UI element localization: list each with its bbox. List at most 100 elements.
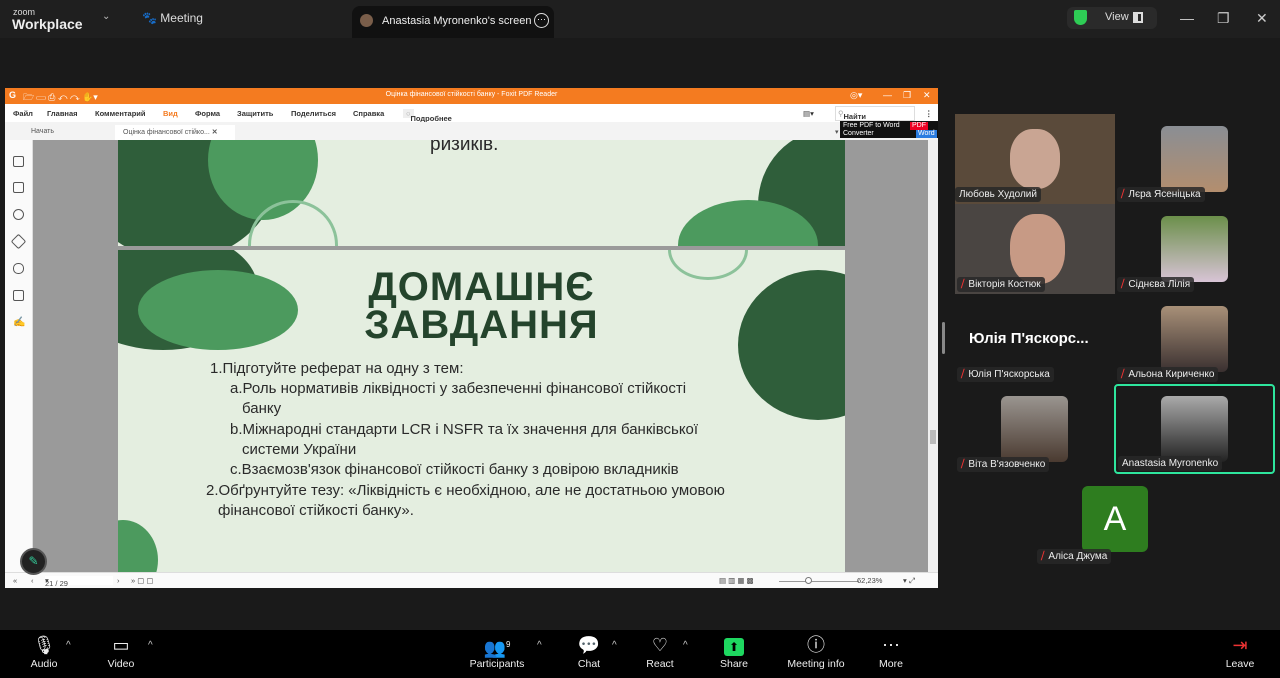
mic-muted-icon: ⧸	[961, 279, 965, 290]
name-label: Anastasia Myronenko	[1122, 458, 1219, 469]
video-feed	[1010, 129, 1060, 189]
search-placeholder: Найти	[843, 112, 866, 121]
layers-icon[interactable]	[10, 233, 27, 250]
meeting-tab[interactable]: 🐾 Meeting	[142, 11, 203, 25]
mic-muted-icon: ⧸	[1121, 279, 1125, 290]
minimize-icon[interactable]: —	[1180, 10, 1194, 26]
participant-tile[interactable]: ⧸ Сіднєва Лілія	[1115, 204, 1275, 294]
slide-line: c.Взаємозв'язок фінансової стійкості бан…	[230, 461, 679, 478]
foxit-pdf-window: G 🗁 ▭ ⎙ ↶ ↷ ✋▾ Оцінка фінансової стійкос…	[5, 88, 938, 588]
panel-resize-handle[interactable]	[942, 322, 945, 354]
menu-home[interactable]: Главная	[47, 109, 78, 118]
tab-start[interactable]: Начать	[23, 125, 62, 140]
restore-icon[interactable]: ❐	[903, 90, 911, 101]
participant-name: ⧸ Юлія П'яскорська	[957, 367, 1054, 382]
participant-name: ⧸ Альона Кириченко	[1117, 367, 1219, 382]
page-layout-icons[interactable]: ▤ ▥ ▦ ▩	[719, 576, 754, 585]
tell-me-field[interactable]: ○ Подробнее	[403, 109, 452, 123]
more-button[interactable]: ⋯ More	[856, 630, 926, 670]
participant-name: Любовь Худолий	[955, 187, 1041, 202]
foxit-title-bar: G 🗁 ▭ ⎙ ↶ ↷ ✋▾ Оцінка фінансової стійкос…	[5, 88, 938, 104]
security-icon[interactable]	[13, 290, 24, 301]
menu-view[interactable]: Вид	[163, 109, 178, 118]
menu-comment[interactable]: Комментарий	[95, 109, 146, 118]
slide-line: банку	[242, 400, 282, 417]
menu-form[interactable]: Форма	[195, 109, 220, 118]
first-page-icon[interactable]: «	[13, 576, 17, 585]
participant-tile[interactable]: ⧸ Альона Кириченко	[1115, 294, 1275, 384]
participant-tile[interactable]: ⧸ Віта В'язовченко	[955, 384, 1115, 474]
navigation-panel: ✍	[5, 140, 33, 572]
annotate-pen-button[interactable]: ✎	[20, 548, 47, 575]
attachment-icon[interactable]	[13, 263, 24, 274]
shield-check-icon	[1074, 10, 1087, 25]
profile-photo	[1001, 396, 1068, 462]
slide-line: 1.Підготуйте реферат на одну з тем:	[210, 360, 464, 377]
prev-page-icon[interactable]: ‹	[31, 576, 34, 585]
restore-icon[interactable]: ❐	[1217, 10, 1230, 27]
chat-options-caret[interactable]: ^	[612, 640, 617, 651]
name-label: Вікторія Костюк	[968, 279, 1041, 290]
video-options-caret[interactable]: ^	[148, 640, 153, 651]
minimize-icon[interactable]: —	[883, 90, 892, 100]
profile-photo	[1161, 306, 1228, 372]
meeting-info-label: Meeting info	[787, 658, 845, 670]
participant-name: ⧸ Віта В'язовченко	[957, 457, 1050, 472]
last-page-icon[interactable]: » ▢ ▢	[131, 576, 154, 585]
meeting-controls: 🎙 Audio ^ ▭ Video ^ 👥9 Participants ^ 💬 Chat…	[0, 630, 1280, 678]
shared-screen-tab[interactable]: Anastasia Myronenko's screen ···	[352, 6, 554, 38]
document-tabs: Начать Оцінка фінансової стійко... ✕ ▾	[5, 122, 938, 140]
layout-icon	[1133, 12, 1143, 23]
leave-icon: ⇥	[1232, 635, 1248, 655]
leave-button[interactable]: ⇥ Leave	[1205, 630, 1275, 670]
menu-protect[interactable]: Защитить	[237, 109, 273, 118]
menu-share[interactable]: Поделиться	[291, 109, 336, 118]
audio-options-caret[interactable]: ^	[66, 640, 71, 651]
close-icon[interactable]: ✕	[923, 90, 931, 101]
slide-text: ризиків.	[430, 140, 499, 155]
signature-icon[interactable]: ✍	[13, 317, 25, 328]
participant-tile-active[interactable]: Anastasia Myronenko	[1114, 384, 1275, 474]
participant-tile[interactable]: Юлія П'яскорс... ⧸ Юлія П'яскорська	[955, 294, 1115, 384]
chevron-down-icon[interactable]: ⌄	[102, 11, 110, 22]
scroll-thumb[interactable]	[930, 430, 936, 444]
search-input[interactable]: ⚲ Найти	[835, 106, 915, 121]
menu-help[interactable]: Справка	[353, 109, 384, 118]
menu-file[interactable]: Файл	[13, 109, 33, 118]
name-label: Юлія П'яскорська	[968, 369, 1050, 380]
participant-tile[interactable]: ⧸ Лєра Ясеніцька	[1115, 114, 1275, 204]
paw-icon: 🐾	[142, 11, 161, 25]
video-feed	[1010, 214, 1065, 284]
video-button[interactable]: ▭ Video	[86, 630, 156, 670]
pdf-to-word-ad[interactable]: Free PDF to Word Converter PDF Word	[840, 121, 938, 138]
participant-tile[interactable]: ⧸ Вікторія Костюк	[955, 204, 1115, 294]
close-icon[interactable]: ✕	[1256, 10, 1268, 27]
participant-tile[interactable]: A ⧸ Аліса Джума	[1035, 478, 1195, 564]
pdf-page-current: ДОМАШНЄ ЗАВДАННЯ 1.Підготуйте реферат на …	[118, 250, 845, 572]
meeting-info-button[interactable]: ⓘ Meeting info	[781, 630, 851, 670]
account-icon[interactable]: ◎▾	[850, 90, 862, 101]
zoom-slider[interactable]	[779, 581, 859, 582]
participant-tile[interactable]: Любовь Худолий	[955, 114, 1115, 204]
view-button[interactable]: View	[1067, 7, 1157, 29]
zoom-level[interactable]: 62,23%	[857, 576, 882, 585]
next-page-icon[interactable]: ›	[117, 576, 120, 585]
bookmark-icon[interactable]	[13, 156, 24, 167]
participants-options-caret[interactable]: ^	[537, 640, 542, 651]
vertical-scrollbar[interactable]	[928, 140, 938, 572]
react-options-caret[interactable]: ^	[683, 640, 688, 651]
tab-document[interactable]: Оцінка фінансової стійко... ✕	[115, 125, 235, 140]
share-button[interactable]: ⬆ Share	[699, 630, 769, 670]
display-mode-icon[interactable]: ▤▾	[803, 109, 814, 118]
zoom-slider-thumb[interactable]	[805, 577, 812, 584]
fullscreen-icon[interactable]: ▾ ⤢	[903, 576, 915, 586]
pages-icon[interactable]	[13, 182, 24, 193]
more-icon[interactable]: ⋮	[925, 109, 933, 118]
participant-name: ⧸ Лєра Ясеніцька	[1117, 187, 1205, 202]
comments-icon[interactable]	[13, 209, 24, 220]
status-bar: « ‹ 21 / 29 ▾ › » ▢ ▢ ▤ ▥ ▦ ▩ 62,23% ▾ ⤢	[5, 572, 938, 588]
close-tab-icon[interactable]: ✕	[212, 129, 218, 136]
participants-button[interactable]: 👥9 Participants	[462, 630, 532, 670]
more-options-icon[interactable]: ···	[534, 13, 549, 28]
page-number-input[interactable]: 21 / 29 ▾	[45, 576, 113, 588]
